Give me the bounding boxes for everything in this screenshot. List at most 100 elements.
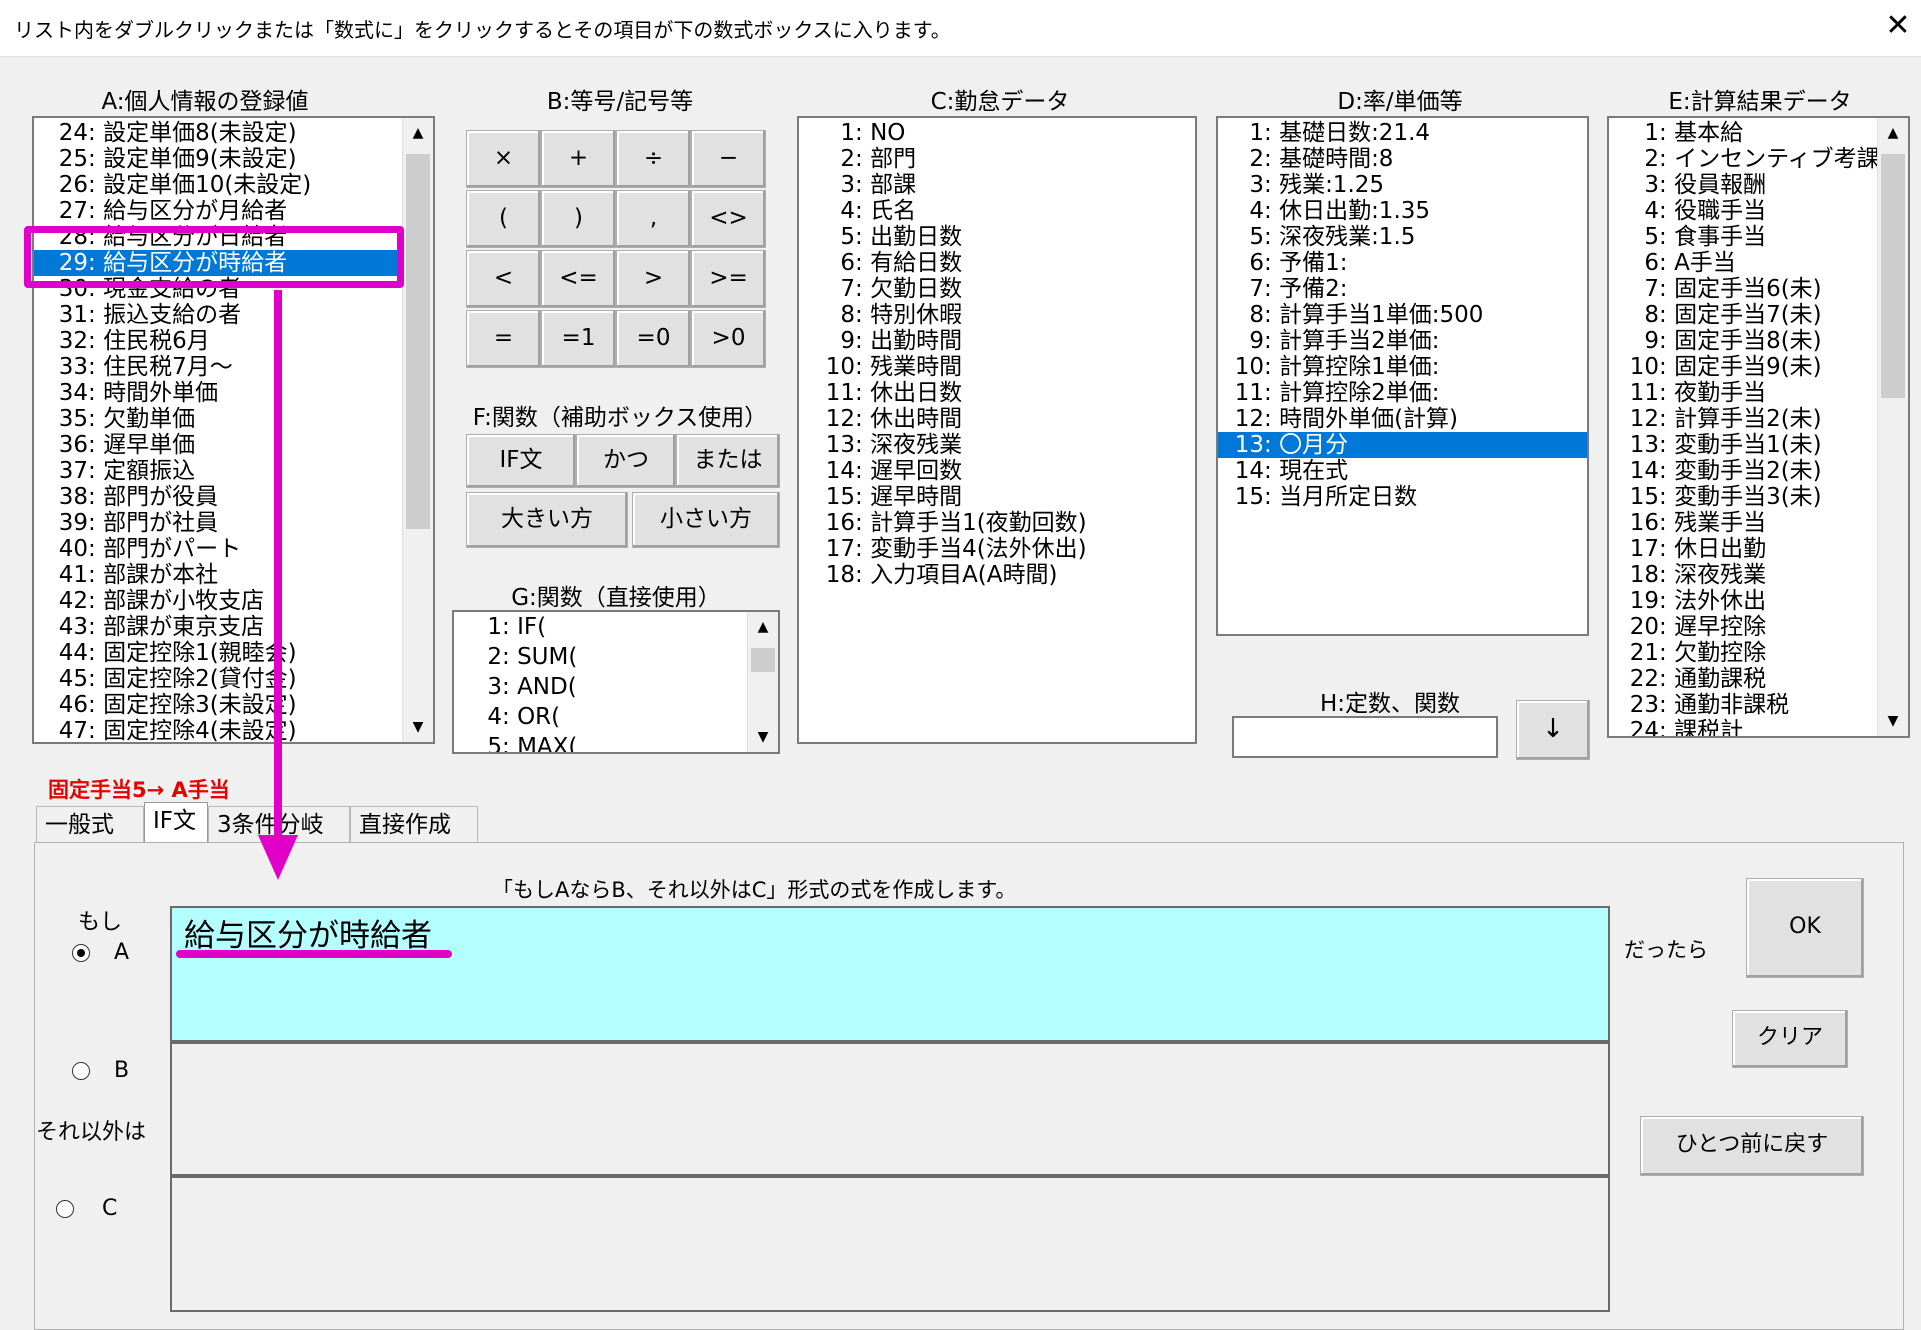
list-item[interactable]: 14: 現在式 [1218,458,1587,484]
list-item[interactable]: 34: 時間外単価 [34,380,403,406]
list-item[interactable]: 15: 遅早時間 [799,484,1195,510]
list-item[interactable]: 41: 部課が本社 [34,562,403,588]
list-item[interactable]: 12: 計算手当2(未) [1609,406,1878,432]
h-insert-button[interactable]: ↓ [1516,700,1590,760]
list-item[interactable]: 20: 遅早控除 [1609,614,1878,640]
list-item[interactable]: 39: 部門が社員 [34,510,403,536]
symbol-button[interactable]: , [616,190,691,248]
list-item[interactable]: 8: 特別休暇 [799,302,1195,328]
list-item[interactable]: 4: OR( [454,704,748,730]
list-item[interactable]: 5: MAX( [454,734,748,752]
symbol-button[interactable]: >= [691,250,766,308]
list-item[interactable]: 13: 〇月分 [1218,432,1587,458]
list-item[interactable]: 43: 部課が東京支店 [34,614,403,640]
tab-0[interactable]: 一般式 [36,806,144,844]
list-item[interactable]: 2: 基礎時間:8 [1218,146,1587,172]
symbol-button[interactable]: <= [541,250,616,308]
list-item[interactable]: 5: 深夜残業:1.5 [1218,224,1587,250]
list-c-attendance[interactable]: 1: NO 2: 部門 3: 部課 4: 氏名 5: 出勤日数 6: 有給日数 7: 欠勤日… [797,116,1197,744]
list-item[interactable]: 11: 夜勤手当 [1609,380,1878,406]
list-item[interactable]: 12: 休出時間 [799,406,1195,432]
list-item[interactable]: 47: 固定控除4(未設定) [34,718,403,742]
list-item[interactable]: 4: 役職手当 [1609,198,1878,224]
radio-b[interactable] [72,1062,90,1080]
list-item[interactable]: 18: 入力項目A(A時間) [799,562,1195,588]
symbol-button[interactable]: ) [541,190,616,248]
symbol-button[interactable]: × [466,130,541,188]
list-item[interactable]: 42: 部課が小牧支店 [34,588,403,614]
list-item[interactable]: 37: 定額振込 [34,458,403,484]
list-item[interactable]: 44: 固定控除1(親睦会) [34,640,403,666]
max-button[interactable]: 大きい方 [466,492,628,548]
symbol-button[interactable]: ( [466,190,541,248]
list-item[interactable]: 9: 計算手当2単価: [1218,328,1587,354]
scroll-down-icon[interactable]: ▼ [403,712,433,742]
list-item[interactable]: 16: 残業手当 [1609,510,1878,536]
list-item[interactable]: 4: 氏名 [799,198,1195,224]
scroll-thumb[interactable] [751,648,775,672]
ok-button[interactable]: OK [1746,878,1864,978]
symbol-button[interactable]: <> [691,190,766,248]
list-item[interactable]: 46: 固定控除3(未設定) [34,692,403,718]
list-item[interactable]: 8: 計算手当1単価:500 [1218,302,1587,328]
list-item[interactable]: 1: NO [799,120,1195,146]
list-item[interactable]: 13: 深夜残業 [799,432,1195,458]
list-item[interactable]: 24: 課税計 [1609,718,1878,736]
list-g-functions[interactable]: 1: IF( 2: SUM( 3: AND( 4: OR( 5: MAX( ▲ ▼ [452,610,780,754]
list-item[interactable]: 9: 固定手当8(未) [1609,328,1878,354]
undo-button[interactable]: ひとつ前に戻す [1640,1116,1864,1176]
formula-box-a[interactable]: 給与区分が時給者 [170,906,1610,1042]
list-item[interactable]: 24: 設定単価8(未設定) [34,120,403,146]
list-item[interactable]: 2: SUM( [454,644,748,670]
formula-box-b[interactable] [170,1042,1610,1176]
tab-1[interactable]: IF文 [144,802,208,844]
scroll-down-icon[interactable]: ▼ [748,722,778,752]
list-e-scrollbar[interactable]: ▲ ▼ [1877,118,1908,736]
symbol-button[interactable]: =1 [541,310,616,368]
list-item[interactable]: 6: 有給日数 [799,250,1195,276]
list-item[interactable]: 11: 休出日数 [799,380,1195,406]
min-button[interactable]: 小さい方 [632,492,780,548]
list-item[interactable]: 11: 計算控除2単価: [1218,380,1587,406]
symbol-button[interactable]: = [466,310,541,368]
list-item[interactable]: 17: 変動手当4(法外休出) [799,536,1195,562]
tab-3[interactable]: 直接作成 [350,806,478,844]
symbol-button[interactable]: > [616,250,691,308]
list-item[interactable]: 4: 休日出勤:1.35 [1218,198,1587,224]
scroll-thumb[interactable] [406,154,430,529]
list-item[interactable]: 3: 部課 [799,172,1195,198]
list-e-results[interactable]: 1: 基本給 2: インセンティブ考課 3: 役員報酬 4: 役職手当 5: 食事手当 6… [1607,116,1910,738]
list-item[interactable]: 17: 休日出勤 [1609,536,1878,562]
list-item[interactable]: 27: 給与区分が月給者 [34,198,403,224]
list-item[interactable]: 10: 計算控除1単価: [1218,354,1587,380]
list-item[interactable]: 13: 変動手当1(未) [1609,432,1878,458]
list-item[interactable]: 23: 通勤非課税 [1609,692,1878,718]
symbol-button[interactable]: >0 [691,310,766,368]
list-item[interactable]: 18: 深夜残業 [1609,562,1878,588]
list-item[interactable]: 6: 予備1: [1218,250,1587,276]
list-item[interactable]: 1: 基礎日数:21.4 [1218,120,1587,146]
scroll-up-icon[interactable]: ▲ [1878,118,1908,148]
list-item[interactable]: 32: 住民税6月 [34,328,403,354]
h-constant-input[interactable] [1232,716,1498,758]
list-item[interactable]: 3: AND( [454,674,748,700]
list-a-personal-info[interactable]: 24: 設定単価8(未設定) 25: 設定単価9(未設定) 26: 設定単価10(未… [32,116,435,744]
list-item[interactable]: 35: 欠勤単価 [34,406,403,432]
list-item[interactable]: 10: 固定手当9(未) [1609,354,1878,380]
list-item[interactable]: 7: 予備2: [1218,276,1587,302]
list-item[interactable]: 3: 残業:1.25 [1218,172,1587,198]
list-d-rates[interactable]: 1: 基礎日数:21.4 2: 基礎時間:8 3: 残業:1.25 4: 休日出勤:1… [1216,116,1589,636]
scroll-up-icon[interactable]: ▲ [403,118,433,148]
list-item[interactable]: 1: IF( [454,614,748,640]
list-item[interactable]: 3: 役員報酬 [1609,172,1878,198]
if-button[interactable]: IF文 [466,434,576,488]
radio-c[interactable] [56,1200,74,1218]
list-item[interactable]: 25: 設定単価9(未設定) [34,146,403,172]
list-item[interactable]: 31: 振込支給の者 [34,302,403,328]
symbol-button[interactable]: + [541,130,616,188]
or-button[interactable]: または [676,434,780,488]
scroll-down-icon[interactable]: ▼ [1878,706,1908,736]
scroll-up-icon[interactable]: ▲ [748,612,778,642]
list-item[interactable]: 15: 変動手当3(未) [1609,484,1878,510]
list-item[interactable]: 33: 住民税7月～ [34,354,403,380]
